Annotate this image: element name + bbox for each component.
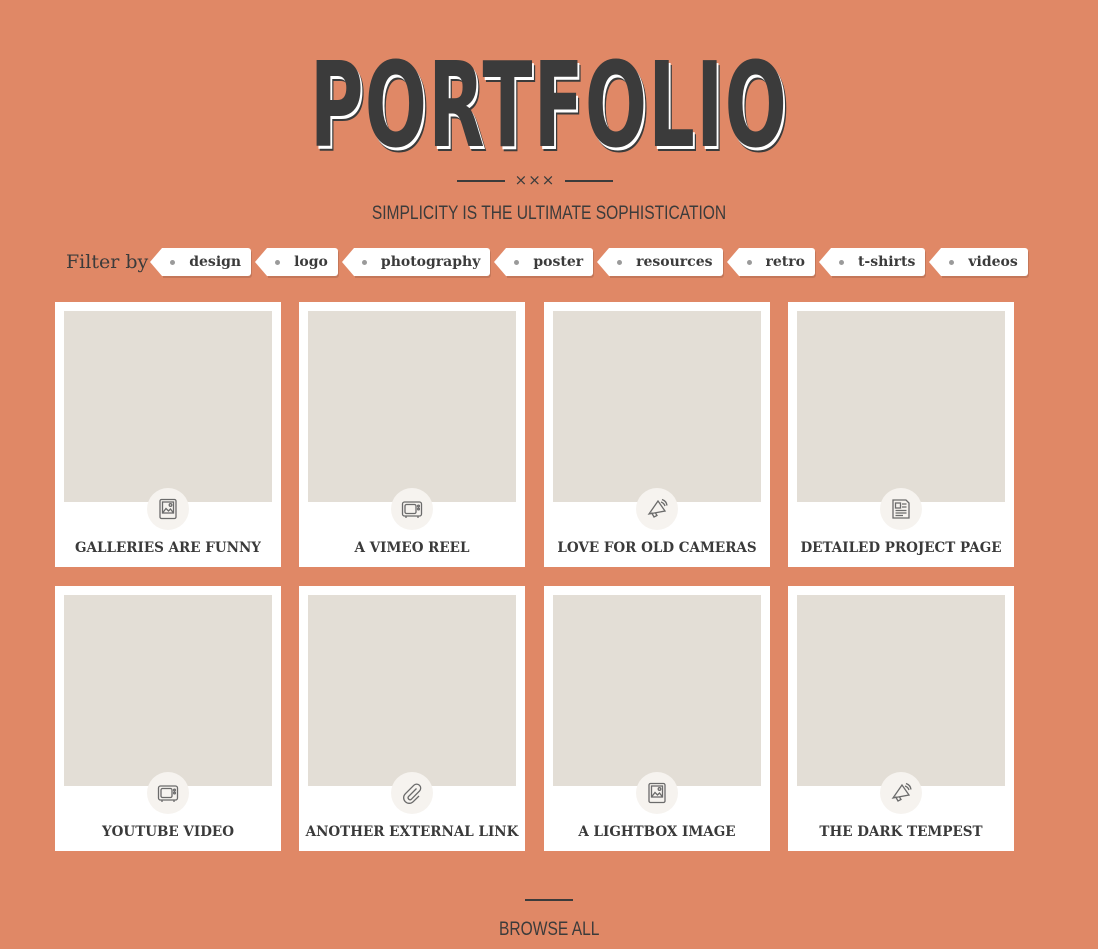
portfolio-item[interactable]: ANOTHER EXTERNAL LINK xyxy=(299,586,525,851)
portfolio-item[interactable]: A VIMEO REEL xyxy=(299,302,525,567)
title-divider: ××× xyxy=(457,171,613,190)
browse-divider xyxy=(525,899,573,901)
tagline: SIMPLICITY IS THE ULTIMATE SOPHISTICATIO… xyxy=(371,203,727,224)
tag-hole xyxy=(170,260,176,265)
divider-line-right xyxy=(565,180,613,182)
filter-tag-label: t-shirts xyxy=(857,254,916,270)
browse-all-link[interactable]: BROWSE ALL xyxy=(499,919,599,941)
portfolio-item[interactable]: THE DARK TEMPEST xyxy=(788,586,1014,851)
filter-tag-resources[interactable]: resources xyxy=(597,248,723,276)
filter-tag-videos[interactable]: videos xyxy=(929,248,1028,276)
item-thumbnail[interactable] xyxy=(797,311,1005,502)
filter-tag-design[interactable]: design xyxy=(150,248,252,276)
item-thumbnail[interactable] xyxy=(553,595,761,786)
filter-tag-label: photography xyxy=(380,254,481,270)
portfolio-item[interactable]: YOUTUBE VIDEO xyxy=(55,586,281,851)
divider-marks: ××× xyxy=(514,171,556,189)
document-icon xyxy=(880,488,922,530)
item-title[interactable]: THE DARK TEMPEST xyxy=(788,824,1014,840)
divider-line-left xyxy=(457,180,505,182)
item-thumbnail[interactable] xyxy=(64,311,272,502)
item-title[interactable]: A VIMEO REEL xyxy=(299,540,525,556)
page-title: PORTFOLIO xyxy=(309,36,789,174)
item-title[interactable]: YOUTUBE VIDEO xyxy=(55,824,281,840)
filter-tag-t-shirts[interactable]: t-shirts xyxy=(818,248,926,276)
portfolio-item[interactable]: A LIGHTBOX IMAGE xyxy=(544,586,770,851)
filter-tag-label: retro xyxy=(765,254,805,270)
item-title[interactable]: ANOTHER EXTERNAL LINK xyxy=(299,824,525,840)
filter-tag-label: videos xyxy=(968,254,1018,270)
tag-hole xyxy=(838,260,844,265)
paperclip-icon xyxy=(391,772,433,814)
tv-icon xyxy=(391,488,433,530)
item-thumbnail[interactable] xyxy=(308,595,516,786)
filter-tag-photography[interactable]: photography xyxy=(341,248,491,276)
filter-tag-label: logo xyxy=(294,254,328,270)
item-title[interactable]: GALLERIES ARE FUNNY xyxy=(55,540,281,556)
tag-hole xyxy=(949,260,955,265)
image-icon xyxy=(636,772,678,814)
tag-hole xyxy=(617,260,623,265)
filter-tag-poster[interactable]: poster xyxy=(494,248,594,276)
item-thumbnail[interactable] xyxy=(553,311,761,502)
portfolio-item[interactable]: LOVE FOR OLD CAMERAS xyxy=(544,302,770,567)
tv-icon xyxy=(147,772,189,814)
tag-hole xyxy=(275,260,281,265)
browse-all-section: BROWSE ALL xyxy=(0,899,1098,941)
item-title[interactable]: DETAILED PROJECT PAGE xyxy=(788,540,1014,556)
filter-bar: Filter by design logo photography poster… xyxy=(66,246,1044,278)
filter-tag-label: resources xyxy=(636,254,713,270)
filter-tag-logo[interactable]: logo xyxy=(255,248,338,276)
filter-tag-label: poster xyxy=(533,254,584,270)
item-title[interactable]: LOVE FOR OLD CAMERAS xyxy=(544,540,770,556)
portfolio-item[interactable]: DETAILED PROJECT PAGE xyxy=(788,302,1014,567)
tag-hole xyxy=(514,260,520,265)
filter-label: Filter by xyxy=(66,251,149,273)
filter-tag-label: design xyxy=(189,254,242,270)
image-icon xyxy=(147,488,189,530)
item-title[interactable]: A LIGHTBOX IMAGE xyxy=(544,824,770,840)
megaphone-icon xyxy=(636,488,678,530)
item-thumbnail[interactable] xyxy=(64,595,272,786)
item-thumbnail[interactable] xyxy=(797,595,1005,786)
megaphone-icon xyxy=(880,772,922,814)
tag-hole xyxy=(361,260,367,265)
filter-tag-retro[interactable]: retro xyxy=(726,248,815,276)
portfolio-item[interactable]: GALLERIES ARE FUNNY xyxy=(55,302,281,567)
tag-hole xyxy=(746,260,752,265)
item-thumbnail[interactable] xyxy=(308,311,516,502)
